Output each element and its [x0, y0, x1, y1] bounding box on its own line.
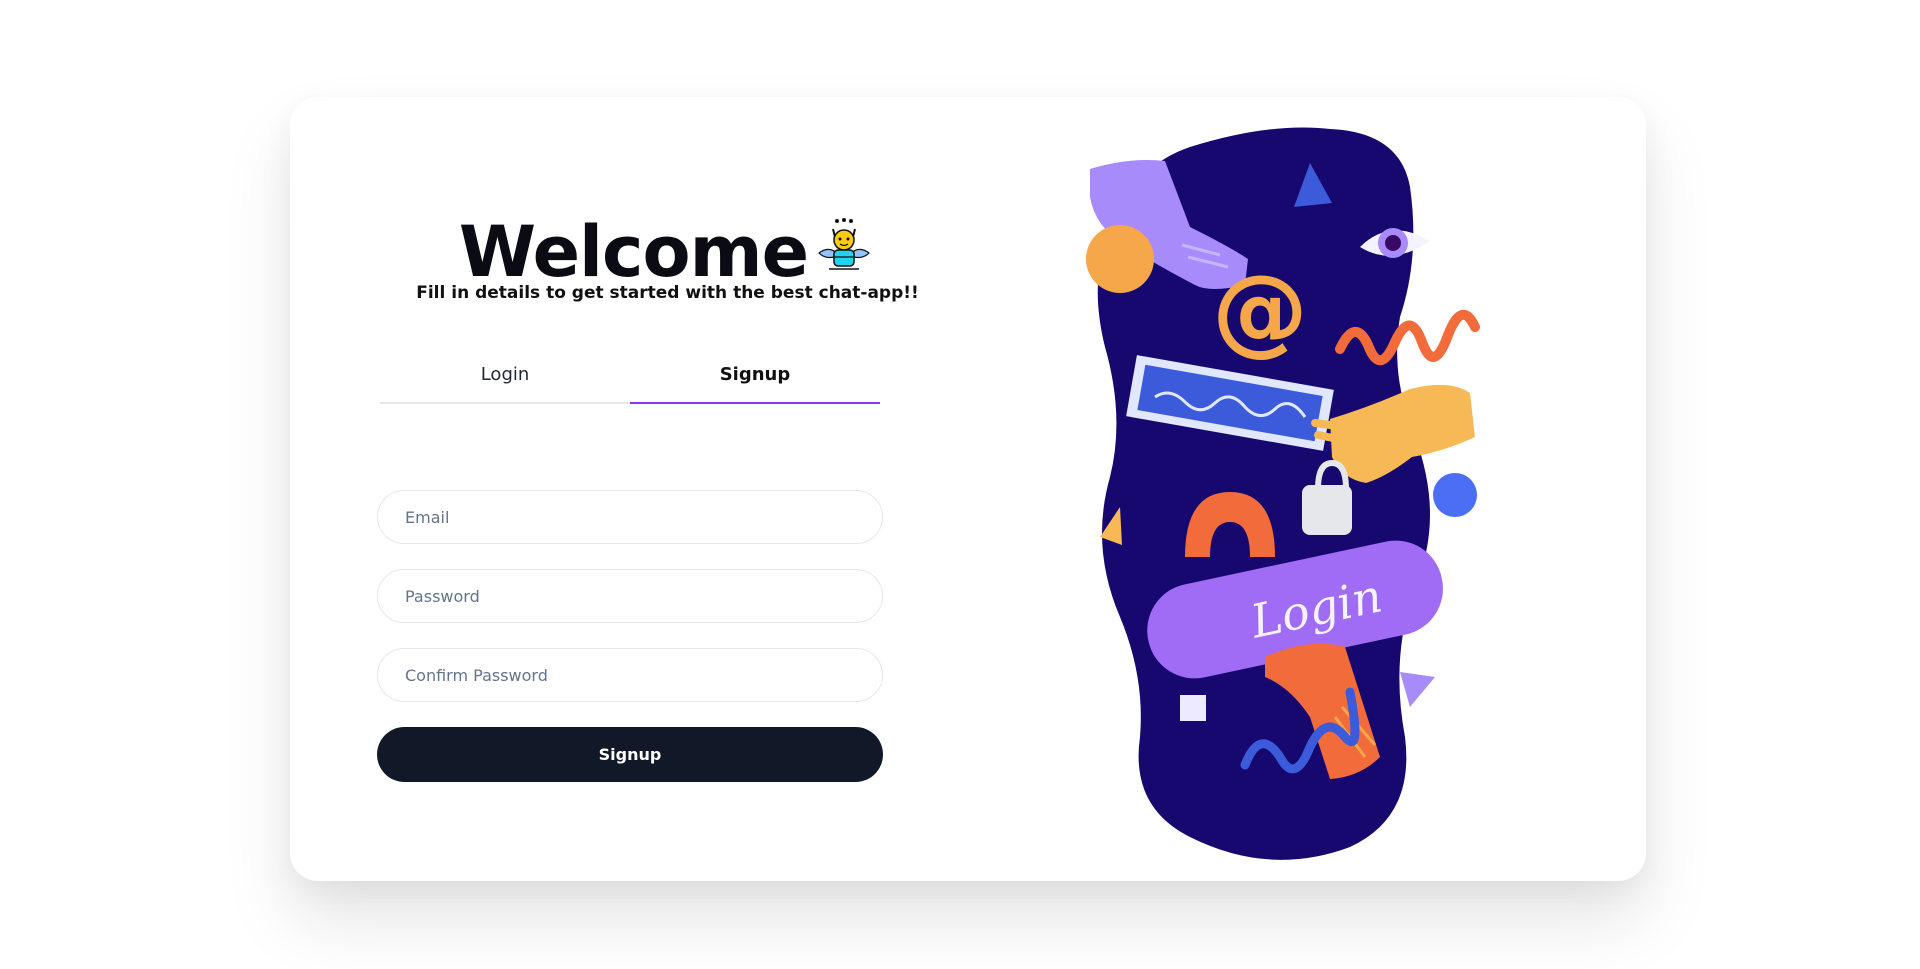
svg-text:@: @: [1212, 254, 1308, 366]
email-field[interactable]: [377, 490, 883, 544]
devil-mascot-icon: [815, 215, 873, 281]
auth-tabs: Login Signup: [380, 347, 880, 404]
signup-button[interactable]: Signup: [377, 727, 883, 782]
login-illustration: @ Login: [1070, 117, 1530, 877]
password-field[interactable]: [377, 569, 883, 623]
page-subtitle: Fill in details to get started with the …: [416, 283, 919, 303]
confirm-password-field[interactable]: [377, 648, 883, 702]
tab-signup[interactable]: Signup: [630, 347, 880, 404]
auth-card: Welcome Fill in details to get started w…: [290, 97, 1646, 881]
tab-login[interactable]: Login: [380, 347, 630, 402]
auth-panel: Welcome Fill in details to get started w…: [290, 97, 1050, 881]
